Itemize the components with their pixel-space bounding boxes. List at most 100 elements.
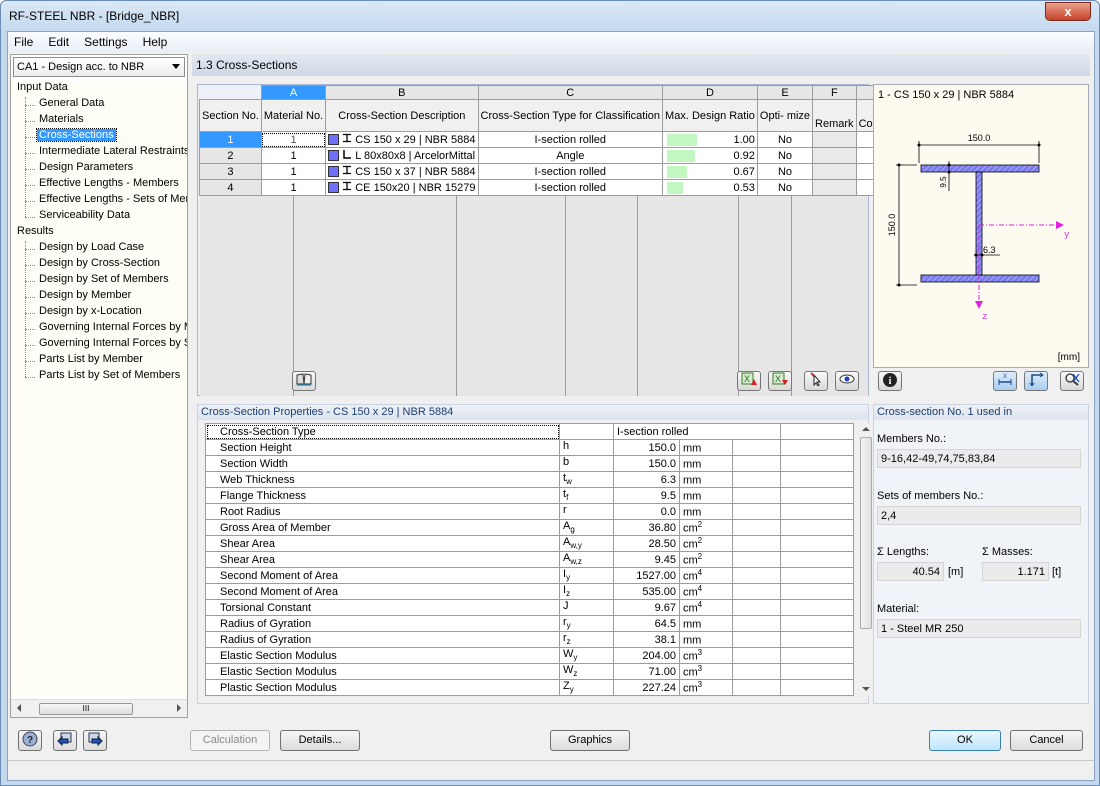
- menu-file[interactable]: File: [8, 32, 39, 49]
- tree-item[interactable]: Design by Member: [37, 289, 133, 301]
- cancel-button[interactable]: Cancel: [1010, 730, 1083, 751]
- property-name: Second Moment of Area: [205, 583, 560, 600]
- tree-item[interactable]: Governing Internal Forces by Member: [37, 321, 187, 333]
- property-symbol: Aw,y: [559, 535, 614, 552]
- material-no-cell[interactable]: 1: [260, 179, 327, 196]
- library-button[interactable]: [292, 371, 316, 391]
- tree-item[interactable]: Parts List by Member: [37, 353, 145, 365]
- select-in-model-button[interactable]: [804, 371, 828, 391]
- design-case-select[interactable]: CA1 - Design acc. to NBR: [13, 57, 185, 77]
- column-letter-f[interactable]: F: [812, 85, 857, 100]
- scroll-up-icon[interactable]: [862, 427, 870, 431]
- tree-item[interactable]: Materials: [37, 113, 86, 125]
- column-letter-a[interactable]: A: [260, 85, 327, 100]
- ratio-cell[interactable]: 0.53: [662, 179, 758, 196]
- scroll-down-icon[interactable]: [862, 687, 870, 691]
- graphics-button[interactable]: Graphics: [550, 730, 630, 751]
- tree-item[interactable]: General Data: [37, 97, 106, 109]
- type-cell[interactable]: I-section rolled: [477, 131, 664, 148]
- column-letter-c[interactable]: C: [477, 85, 664, 100]
- table-row[interactable]: 31 CS 150 x 37 | NBR 5884 I-section rolle…: [199, 163, 910, 180]
- close-button[interactable]: x: [1045, 2, 1091, 21]
- remark-cell[interactable]: [812, 163, 857, 180]
- next-window-button[interactable]: [83, 730, 107, 751]
- show-dimensions-button[interactable]: X: [993, 371, 1017, 391]
- ok-button[interactable]: OK: [929, 730, 1001, 751]
- property-symbol: rz: [559, 631, 614, 648]
- scroll-right-icon[interactable]: [177, 704, 181, 712]
- tree-item[interactable]: Design by Load Case: [37, 241, 146, 253]
- column-letter-d[interactable]: D: [662, 85, 758, 100]
- description-text: L 80x80x8 | ArcelorMittal: [355, 150, 476, 162]
- help-button[interactable]: ?: [18, 730, 42, 751]
- column-letter-b[interactable]: B: [325, 85, 479, 100]
- table-row[interactable]: 21 L 80x80x8 | ArcelorMittal Angle 0.92 No: [199, 147, 910, 164]
- export-excel-button[interactable]: X: [737, 371, 761, 391]
- property-name: Root Radius: [205, 503, 560, 520]
- optimize-cell[interactable]: No: [756, 163, 814, 180]
- property-unit: mm: [679, 471, 733, 488]
- material-no-cell[interactable]: 1: [260, 147, 327, 164]
- tree-horizontal-scrollbar[interactable]: III: [11, 699, 187, 717]
- menu-edit[interactable]: Edit: [42, 32, 75, 49]
- row-number[interactable]: 3: [199, 163, 262, 180]
- remark-cell[interactable]: [812, 179, 857, 196]
- tree-group[interactable]: Input Data: [17, 81, 68, 93]
- optimize-cell[interactable]: No: [756, 179, 814, 196]
- table-row: Web Thickness tw 6.3 mm: [205, 471, 854, 488]
- property-unit: cm4: [679, 599, 733, 616]
- row-number[interactable]: 2: [199, 147, 262, 164]
- type-cell[interactable]: I-section rolled: [477, 163, 664, 180]
- previous-window-button[interactable]: [53, 730, 77, 751]
- tree-item[interactable]: Design Parameters: [37, 161, 135, 173]
- ratio-cell[interactable]: 0.92: [662, 147, 758, 164]
- details-button[interactable]: Details...: [280, 730, 360, 751]
- scroll-thumb[interactable]: III: [39, 703, 133, 715]
- ratio-cell[interactable]: 1.00: [662, 131, 758, 148]
- show-axes-button[interactable]: [1024, 371, 1048, 391]
- type-cell[interactable]: Angle: [477, 147, 664, 164]
- row-number[interactable]: 1: [199, 131, 262, 148]
- remark-cell[interactable]: [812, 147, 857, 164]
- menu-help[interactable]: Help: [137, 32, 174, 49]
- table-row[interactable]: 11 CS 150 x 29 | NBR 5884 I-section rolle…: [199, 131, 910, 148]
- reset-view-button[interactable]: [1060, 371, 1084, 391]
- info-button[interactable]: i: [878, 371, 902, 391]
- scroll-thumb[interactable]: [860, 437, 872, 629]
- tree-item[interactable]: Effective Lengths - Sets of Members: [37, 193, 187, 205]
- table-row[interactable]: 41 CE 150x20 | NBR 15279 I-section rolled…: [199, 179, 910, 196]
- calculation-button[interactable]: Calculation: [190, 730, 270, 751]
- tree-item[interactable]: Serviceability Data: [37, 209, 132, 221]
- tree-item[interactable]: Parts List by Set of Members: [37, 369, 182, 381]
- tree-item[interactable]: Design by Set of Members: [37, 273, 171, 285]
- optimize-cell[interactable]: No: [756, 147, 814, 164]
- property-value[interactable]: I-section rolled: [613, 423, 781, 440]
- description-cell[interactable]: CS 150 x 37 | NBR 5884: [325, 163, 479, 180]
- tree-item[interactable]: Design by x-Location: [37, 305, 144, 317]
- tree-item[interactable]: Cross-Sections: [36, 128, 117, 142]
- optimize-cell[interactable]: No: [756, 131, 814, 148]
- tree-item[interactable]: Governing Internal Forces by Set of Memb…: [37, 337, 187, 349]
- tree-item[interactable]: Design by Cross-Section: [37, 257, 162, 269]
- tree-item[interactable]: Intermediate Lateral Restraints: [37, 145, 187, 157]
- view-mode-button[interactable]: [835, 371, 859, 391]
- material-no-cell[interactable]: 1: [260, 131, 327, 148]
- properties-vertical-scrollbar[interactable]: [859, 423, 873, 695]
- remark-cell[interactable]: [812, 131, 857, 148]
- import-excel-button[interactable]: X: [768, 371, 792, 391]
- type-cell[interactable]: I-section rolled: [477, 179, 664, 196]
- description-cell[interactable]: CE 150x20 | NBR 15279: [325, 179, 479, 196]
- material-no-cell[interactable]: 1: [260, 163, 327, 180]
- description-cell[interactable]: L 80x80x8 | ArcelorMittal: [325, 147, 479, 164]
- tree-group[interactable]: Results: [17, 225, 54, 237]
- description-cell[interactable]: CS 150 x 29 | NBR 5884: [325, 131, 479, 148]
- property-name[interactable]: Cross-Section Type: [205, 423, 560, 440]
- scroll-left-icon[interactable]: [17, 704, 21, 712]
- row-number[interactable]: 4: [199, 179, 262, 196]
- property-value: 1527.00: [613, 567, 680, 584]
- column-letter-e[interactable]: E: [756, 85, 814, 100]
- property-value: 71.00: [613, 663, 680, 680]
- tree-item[interactable]: Effective Lengths - Members: [37, 177, 181, 189]
- menu-settings[interactable]: Settings: [78, 32, 133, 49]
- ratio-cell[interactable]: 0.67: [662, 163, 758, 180]
